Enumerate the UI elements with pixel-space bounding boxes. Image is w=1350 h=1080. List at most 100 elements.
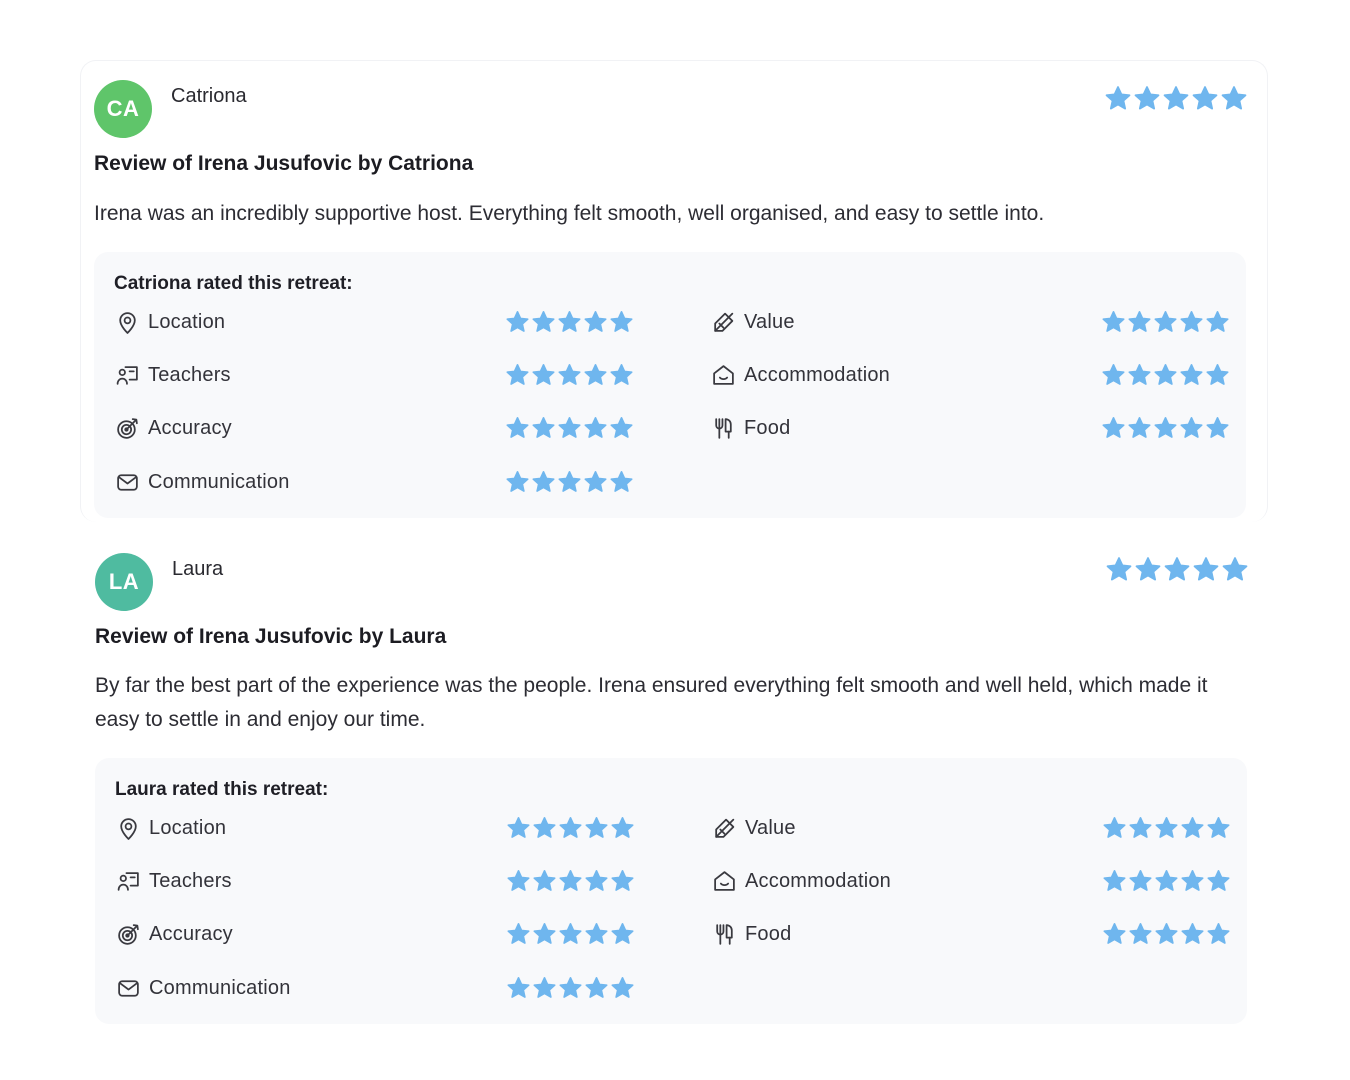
star-icon xyxy=(1206,364,1229,385)
category-label: Teachers xyxy=(148,363,231,386)
category-label: Location xyxy=(148,310,226,333)
star-icon xyxy=(585,870,608,891)
category-stars xyxy=(505,416,634,439)
star-icon xyxy=(1129,923,1152,944)
star-icon xyxy=(1180,311,1203,332)
category-rating-accommodation: Accommodation xyxy=(710,360,890,390)
category-label: Value xyxy=(744,310,795,333)
star-icon xyxy=(1155,870,1178,891)
category-stars xyxy=(1102,869,1231,892)
category-ratings-panel: Catriona rated this retreat: Location Val… xyxy=(94,252,1246,518)
star-icon xyxy=(1180,417,1203,438)
category-rating-accuracy: Accuracy xyxy=(114,413,232,443)
star-icon xyxy=(506,471,529,492)
star-icon xyxy=(611,817,634,838)
category-stars xyxy=(1101,363,1230,386)
map-pin-icon xyxy=(115,815,141,841)
utensils-icon xyxy=(710,415,736,441)
star-icon xyxy=(506,417,529,438)
star-icon xyxy=(558,417,581,438)
star-icon xyxy=(1129,817,1152,838)
star-icon xyxy=(611,923,634,944)
category-label: Teachers xyxy=(149,869,232,892)
star-icon xyxy=(532,471,555,492)
star-icon xyxy=(1180,364,1203,385)
star-icon xyxy=(1103,817,1126,838)
star-icon xyxy=(506,311,529,332)
category-label: Communication xyxy=(149,976,291,999)
star-icon xyxy=(1154,364,1177,385)
review-text: Irena was an incredibly supportive host.… xyxy=(94,202,1045,225)
star-icon xyxy=(584,364,607,385)
star-icon xyxy=(1128,311,1151,332)
avatar: LA xyxy=(95,553,153,611)
utensils-icon xyxy=(711,921,737,947)
star-icon xyxy=(610,311,633,332)
star-icon xyxy=(533,817,556,838)
star-icon xyxy=(1128,417,1151,438)
category-label: Communication xyxy=(148,470,290,493)
category-stars xyxy=(506,922,635,945)
star-icon xyxy=(558,311,581,332)
star-icon xyxy=(1154,311,1177,332)
price-tag-icon xyxy=(711,815,737,841)
star-icon xyxy=(1222,557,1248,581)
category-stars xyxy=(1101,310,1230,333)
category-label: Accuracy xyxy=(149,922,233,945)
category-stars xyxy=(1101,416,1230,439)
star-icon xyxy=(610,471,633,492)
star-icon xyxy=(584,471,607,492)
category-rating-communication: Communication xyxy=(115,973,291,1003)
category-rating-value: Value xyxy=(710,307,795,337)
category-rating-accuracy: Accuracy xyxy=(115,919,233,949)
star-icon xyxy=(1206,311,1229,332)
star-icon xyxy=(559,870,582,891)
review-text: By far the best part of the experience w… xyxy=(95,674,1208,731)
home-icon xyxy=(711,868,737,894)
star-icon xyxy=(558,364,581,385)
category-stars xyxy=(505,363,634,386)
star-icon xyxy=(611,977,634,998)
star-icon xyxy=(1221,86,1247,110)
category-label: Location xyxy=(149,816,227,839)
star-icon xyxy=(1135,557,1161,581)
star-icon xyxy=(1129,870,1152,891)
star-icon xyxy=(1181,817,1204,838)
star-icon xyxy=(1103,870,1126,891)
star-icon xyxy=(1106,557,1132,581)
star-icon xyxy=(532,311,555,332)
category-label: Accuracy xyxy=(148,416,232,439)
review-title: Review of Irena Jusufovic by Catriona xyxy=(94,152,474,175)
star-icon xyxy=(533,870,556,891)
star-icon xyxy=(559,923,582,944)
category-rating-teachers: Teachers xyxy=(115,866,232,896)
star-icon xyxy=(611,870,634,891)
review-title: Review of Irena Jusufovic by Laura xyxy=(95,625,447,648)
star-icon xyxy=(1206,417,1229,438)
star-icon xyxy=(1207,870,1230,891)
star-icon xyxy=(533,923,556,944)
star-icon xyxy=(1102,311,1125,332)
star-icon xyxy=(585,923,608,944)
target-icon xyxy=(115,921,141,947)
star-icon xyxy=(584,417,607,438)
teacher-icon xyxy=(115,868,141,894)
star-icon xyxy=(1193,557,1219,581)
overall-rating-stars xyxy=(1104,85,1248,111)
category-stars xyxy=(506,816,635,839)
star-icon xyxy=(1102,417,1125,438)
star-icon xyxy=(1164,557,1190,581)
star-icon xyxy=(1207,817,1230,838)
star-icon xyxy=(584,311,607,332)
category-label: Value xyxy=(745,816,796,839)
category-rating-teachers: Teachers xyxy=(114,360,231,390)
reviewer-name: Catriona xyxy=(171,85,247,107)
map-pin-icon xyxy=(114,309,140,335)
category-stars xyxy=(1102,922,1231,945)
star-icon xyxy=(506,364,529,385)
category-stars xyxy=(505,310,634,333)
star-icon xyxy=(1207,923,1230,944)
star-icon xyxy=(1181,923,1204,944)
category-rating-communication: Communication xyxy=(114,467,290,497)
category-stars xyxy=(1102,816,1231,839)
